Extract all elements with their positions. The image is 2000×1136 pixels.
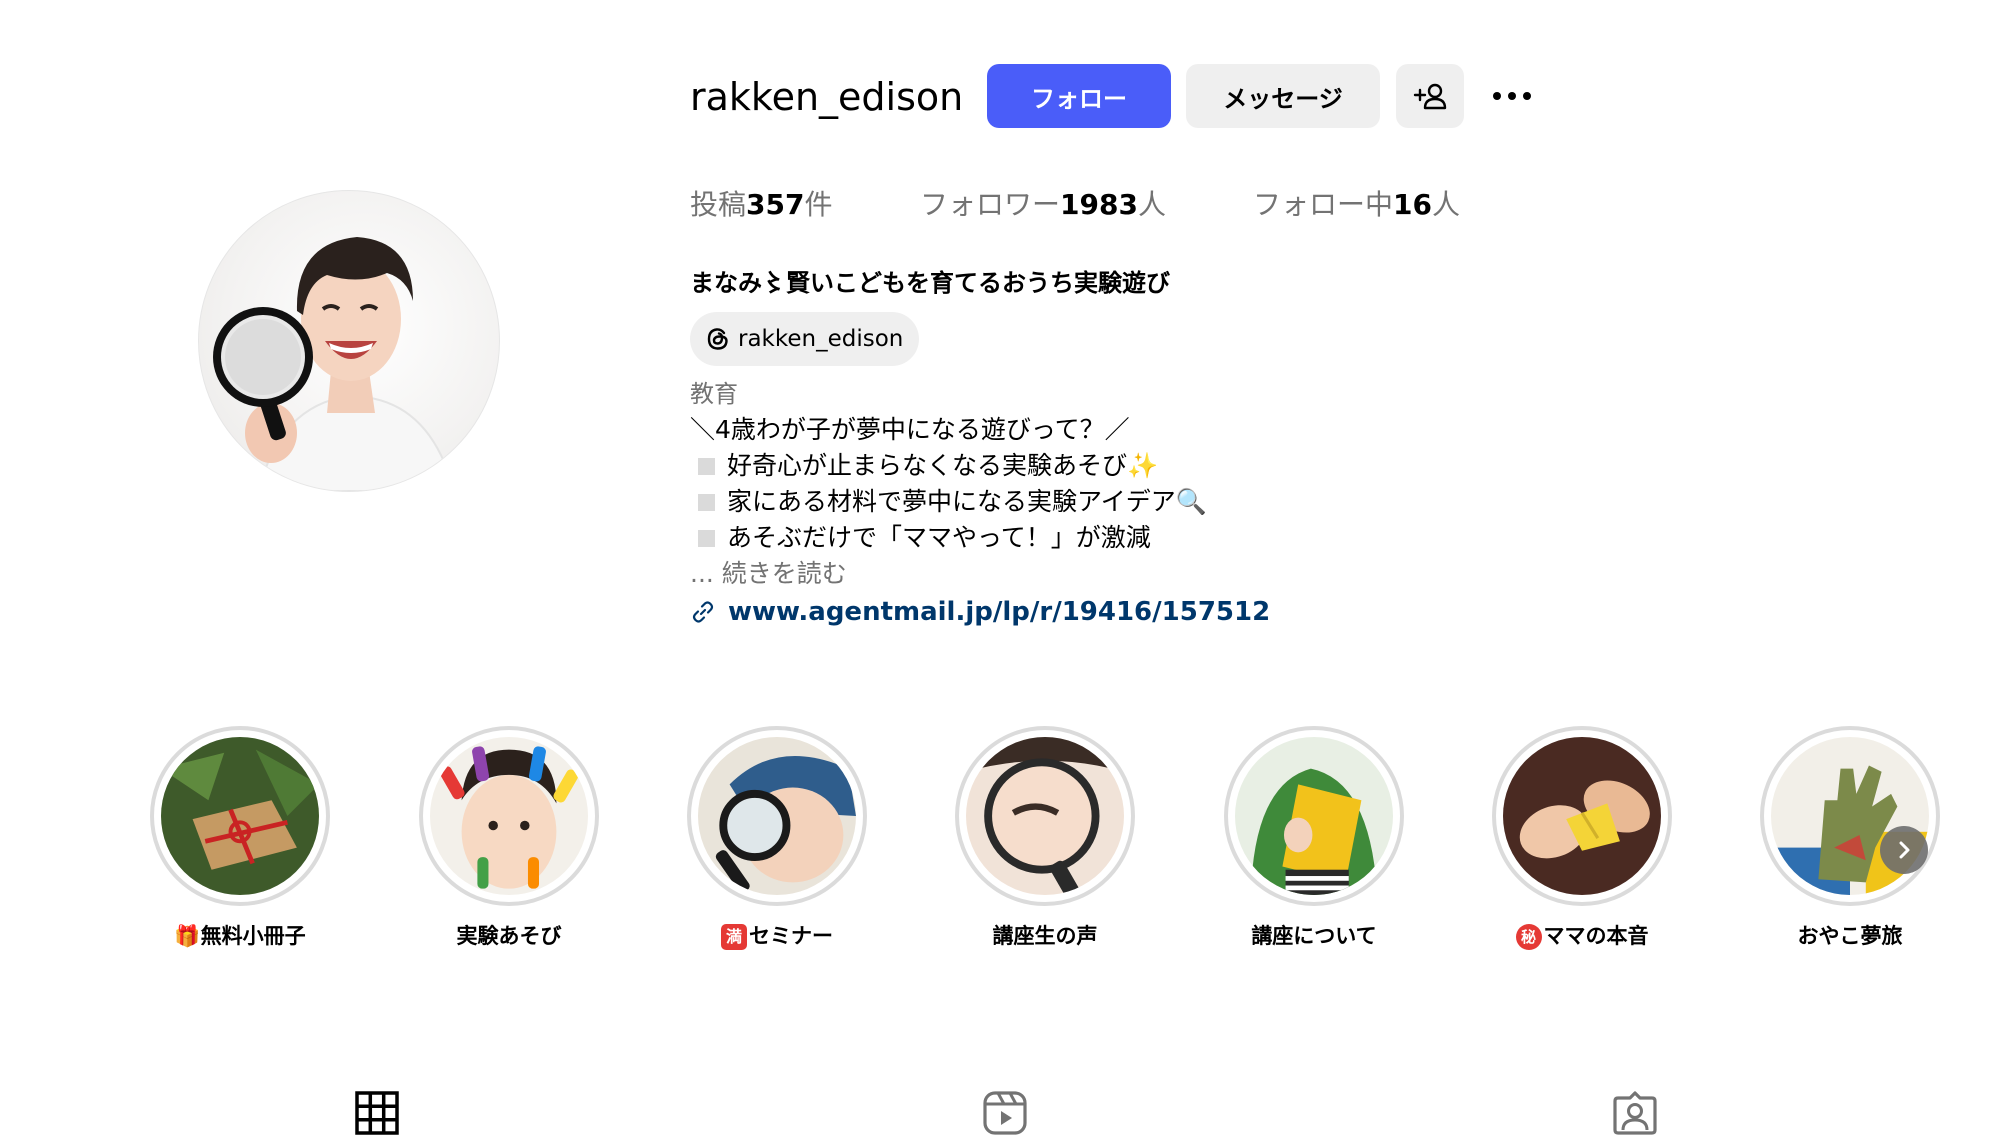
highlight-label-text: 実験あそび xyxy=(456,924,562,948)
highlight-ring xyxy=(419,726,599,906)
followers-suffix: 人 xyxy=(1137,188,1166,221)
highlight-label-text: 講座について xyxy=(1251,924,1377,948)
posts-suffix: 件 xyxy=(804,188,833,221)
bullet-square-icon xyxy=(698,494,715,511)
magnified-eye-photo xyxy=(966,737,1124,895)
bio-external-link[interactable]: www.agentmail.jp/lp/r/19416/157512 xyxy=(728,597,1270,627)
highlight-label: おやこ夢旅 xyxy=(1758,922,1942,950)
followers-prefix: フォロワー xyxy=(920,188,1061,221)
highlight-cover xyxy=(430,737,588,895)
highlight-cover xyxy=(1503,737,1661,895)
add-person-icon xyxy=(1413,83,1447,110)
highlight-label: 🎁無料小冊子 xyxy=(148,922,332,950)
child-magnifier-photo xyxy=(698,737,856,895)
highlight-label-text: セミナー xyxy=(749,924,833,948)
highlight-item[interactable]: 秘ママの本音 xyxy=(1490,726,1674,950)
highlight-label-text: おやこ夢旅 xyxy=(1797,924,1903,948)
following-prefix: フォロー中 xyxy=(1253,188,1394,221)
following-suffix: 人 xyxy=(1431,188,1460,221)
more-options-icon[interactable] xyxy=(1482,74,1542,118)
highlight-item[interactable]: 実験あそび xyxy=(417,726,601,950)
chevron-right-icon xyxy=(1899,841,1910,859)
highlight-cover xyxy=(1235,737,1393,895)
followers-link[interactable]: フォロワー1983人 xyxy=(920,183,1166,227)
gift-box-photo xyxy=(161,737,319,895)
full-badge-icon: 満 xyxy=(721,924,747,950)
message-button[interactable]: メッセージ xyxy=(1186,64,1380,128)
more-dot xyxy=(1508,92,1516,100)
tagged-icon[interactable] xyxy=(1612,1090,1658,1136)
highlight-item[interactable]: 講座生の声 xyxy=(953,726,1137,950)
threads-handle: rakken_edison xyxy=(738,326,904,352)
highlight-item[interactable]: 🎁無料小冊子 xyxy=(148,726,332,950)
more-dot xyxy=(1493,92,1501,100)
posts-prefix: 投稿 xyxy=(690,188,747,221)
link-icon xyxy=(692,601,714,623)
display-name: まなみ〻賢いこどもを育てるおうち実験遊び xyxy=(690,269,1170,297)
crayons-child-photo xyxy=(430,737,588,895)
highlight-ring xyxy=(687,726,867,906)
read-more-link[interactable]: ... 続きを読む xyxy=(690,556,847,592)
bullet-square-icon xyxy=(698,530,715,547)
highlight-item[interactable]: 講座について xyxy=(1222,726,1406,950)
bio-line-text: あそぶだけで「ママやって！」が激減 xyxy=(727,523,1151,552)
highlight-label: 満セミナー xyxy=(685,922,869,950)
highlight-label: 講座について xyxy=(1222,922,1406,950)
threads-icon xyxy=(707,328,728,350)
bio-line: あそぶだけで「ママやって！」が激減 xyxy=(690,520,1151,556)
highlight-ring xyxy=(1224,726,1404,906)
highlight-ring xyxy=(1492,726,1672,906)
highlight-cover xyxy=(966,737,1124,895)
posts-number: 357 xyxy=(746,188,805,221)
threads-profile-link[interactable]: rakken_edison xyxy=(690,312,920,366)
highlight-ring xyxy=(1760,726,1940,906)
posts-count: 投稿357件 xyxy=(690,183,832,227)
reels-icon[interactable] xyxy=(982,1090,1028,1136)
profile-photo xyxy=(213,237,456,491)
highlight-ring xyxy=(955,726,1135,906)
following-number: 16 xyxy=(1393,188,1432,221)
profile-avatar[interactable] xyxy=(198,190,500,492)
bio-line-text: 家にある材料で夢中になる実験アイデア🔍 xyxy=(727,487,1207,516)
child-yellow-folder-photo xyxy=(1235,737,1393,895)
highlight-label: 講座生の声 xyxy=(953,922,1137,950)
profile-username: rakken_edison xyxy=(690,75,964,119)
bio-line: 好奇心が止まらなくなる実験あそび✨ xyxy=(690,448,1158,484)
bio-line: ＼4歳わが子が夢中になる遊びって？／ xyxy=(690,415,1130,444)
highlight-ring xyxy=(150,726,330,906)
highlight-label-text: ママの本音 xyxy=(1543,924,1649,948)
highlights-next-button[interactable] xyxy=(1880,826,1928,874)
highlight-label-text: 無料小冊子 xyxy=(200,924,306,948)
follow-button[interactable]: フォロー xyxy=(987,64,1171,128)
bio-link-row[interactable]: www.agentmail.jp/lp/r/19416/157512 xyxy=(690,592,1270,632)
highlight-label: 秘ママの本音 xyxy=(1490,922,1674,950)
bio-line-text: 好奇心が止まらなくなる実験あそび✨ xyxy=(727,451,1159,480)
highlight-cover xyxy=(161,737,319,895)
profile-category: 教育 xyxy=(690,380,738,408)
hands-origami-photo xyxy=(1503,737,1661,895)
highlight-cover xyxy=(698,737,856,895)
highlight-item[interactable]: 満セミナー xyxy=(685,726,869,950)
gift-icon: 🎁 xyxy=(174,924,201,948)
bio-line: 家にある材料で夢中になる実験アイデア🔍 xyxy=(690,484,1207,520)
highlight-label: 実験あそび xyxy=(417,922,601,950)
followers-number: 1983 xyxy=(1060,188,1138,221)
more-dot xyxy=(1523,92,1531,100)
highlight-label-text: 講座生の声 xyxy=(992,924,1098,948)
following-link[interactable]: フォロー中16人 xyxy=(1253,183,1460,227)
suggested-accounts-button[interactable] xyxy=(1396,64,1464,128)
bullet-square-icon xyxy=(698,458,715,475)
secret-badge-icon: 秘 xyxy=(1515,924,1542,950)
grid-icon[interactable] xyxy=(354,1090,400,1136)
